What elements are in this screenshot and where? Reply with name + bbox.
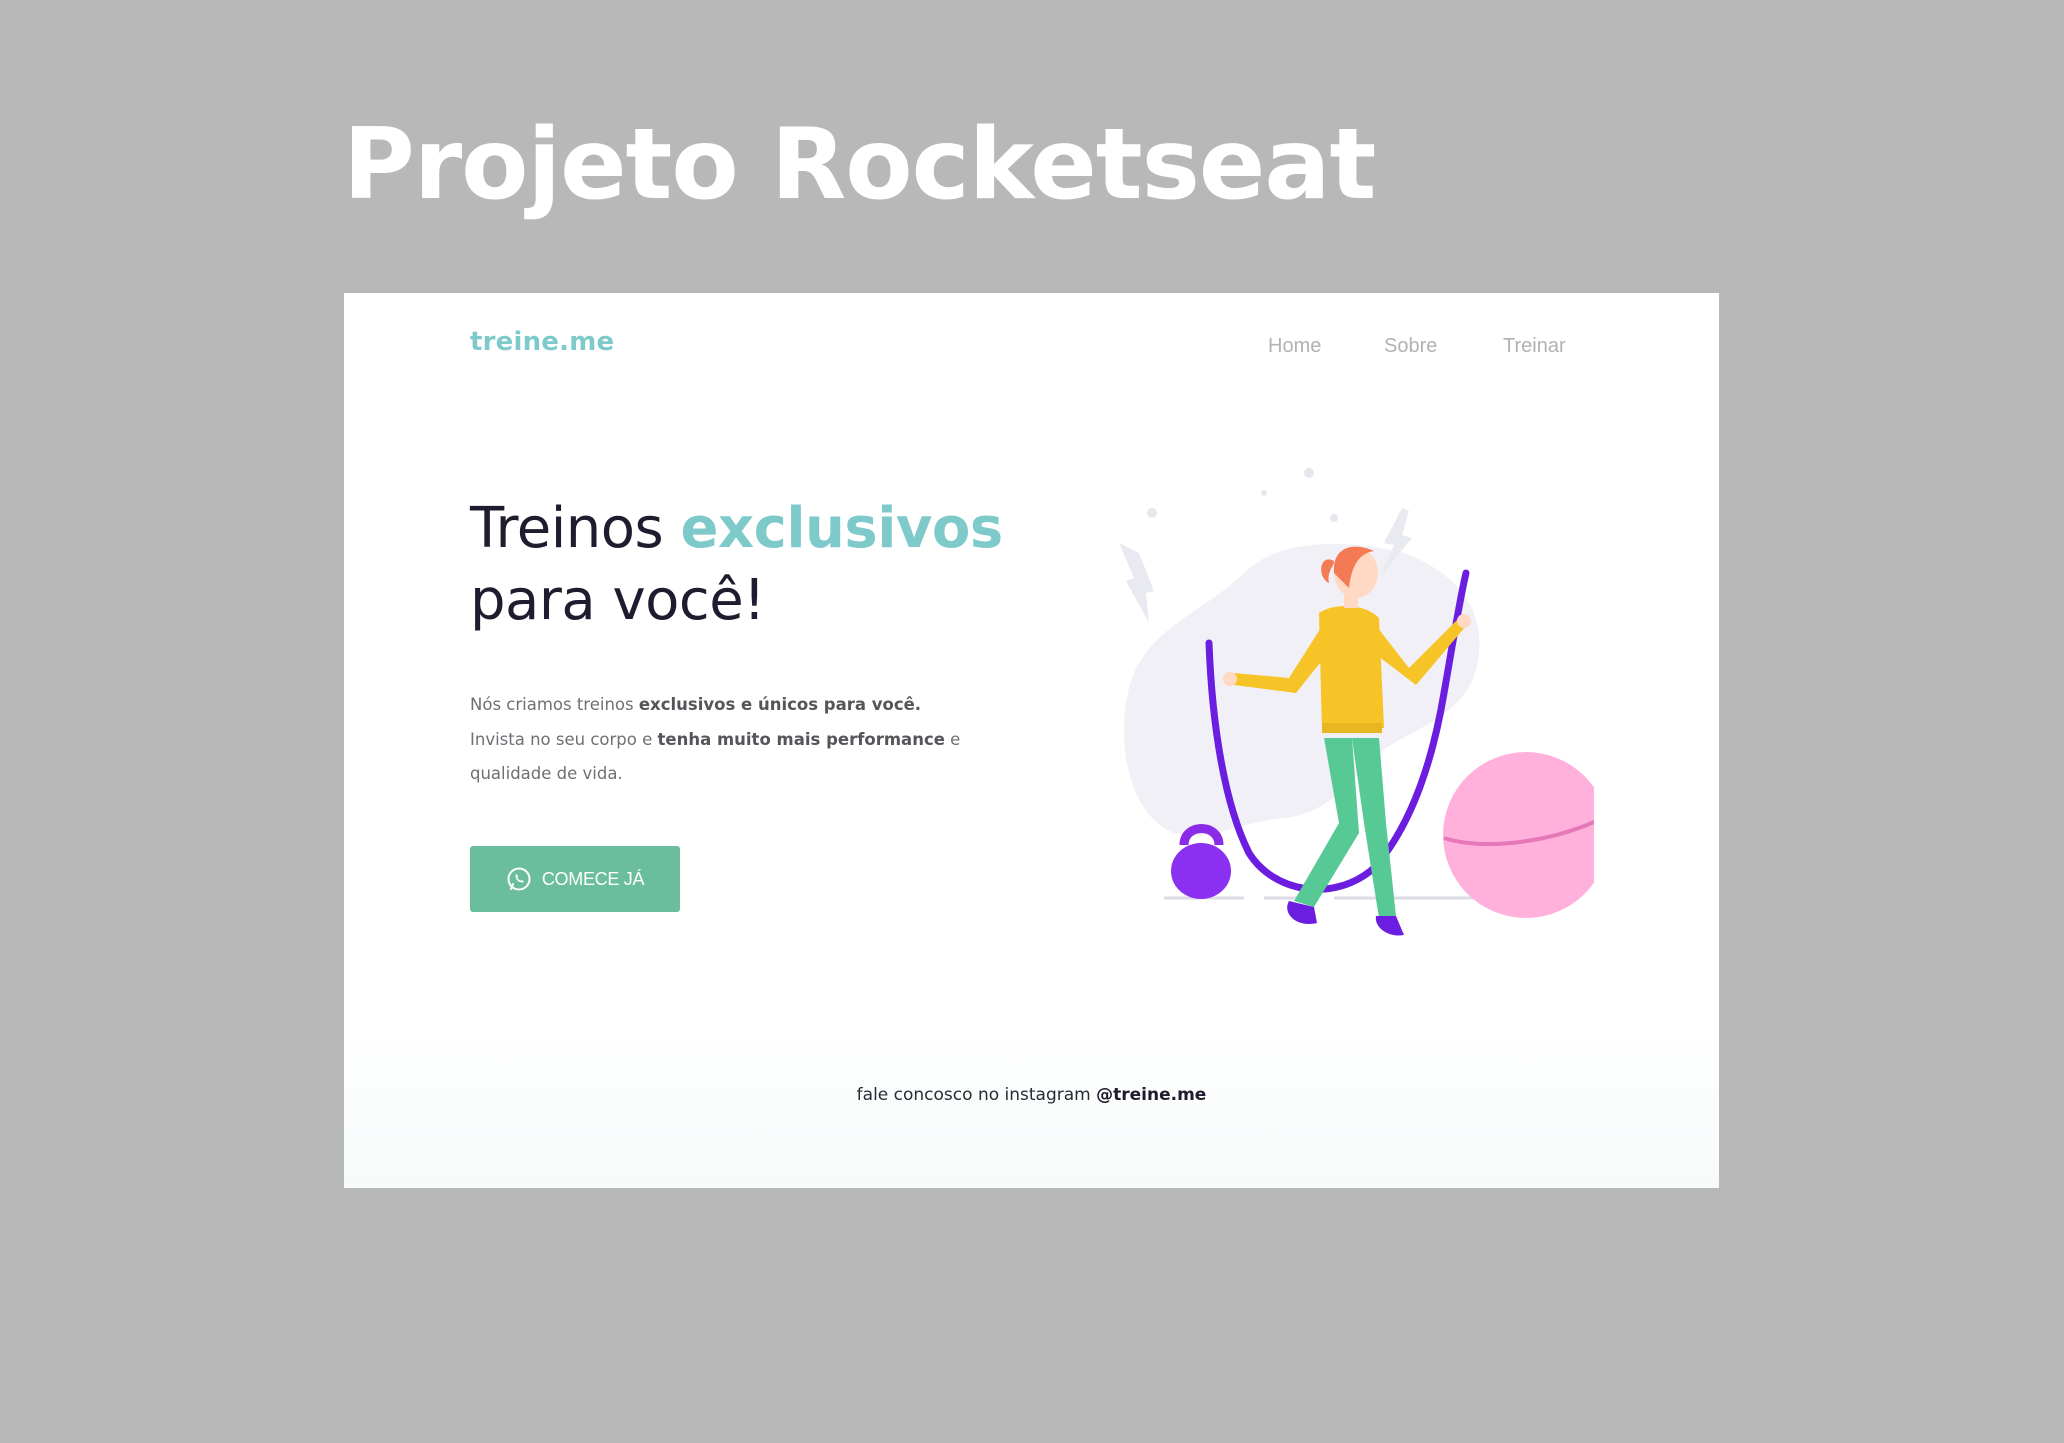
background-blob: [1124, 544, 1480, 836]
hero-text-line2-bold: tenha muito mais performance: [657, 729, 945, 749]
jump-rope-illustration: [1119, 468, 1594, 936]
nav-treinar-link[interactable]: Treinar: [1503, 335, 1566, 358]
hero-description: Nós criamos treinos exclusivos e únicos …: [470, 688, 990, 792]
kettlebell-icon: [1171, 824, 1231, 899]
hero-title-accent: exclusivos: [680, 496, 1004, 561]
hero-text-line3: qualidade de vida.: [470, 764, 623, 783]
comece-ja-button[interactable]: COMECE JÁ: [470, 846, 680, 912]
page-heading: Projeto Rocketseat: [343, 108, 1376, 222]
lightning-left: [1119, 543, 1154, 623]
website-screenshot: treine.me Home Sobre Treinar Treinos exc…: [344, 293, 1719, 1188]
hero-text-line2-end: e: [944, 729, 961, 749]
footer-text: fale concosco no instagram @treine.me: [344, 1085, 1719, 1105]
hero-title: Treinos exclusivos para você!: [470, 493, 1003, 637]
right-shoe: [1375, 916, 1404, 936]
instagram-handle-link[interactable]: @treine.me: [1096, 1085, 1206, 1105]
hero-title-part2: para você!: [470, 568, 766, 633]
whatsapp-icon: [507, 867, 531, 891]
footer-label: fale concosco no instagram: [856, 1085, 1097, 1105]
gym-ball-icon: [1443, 752, 1594, 918]
hero-title-part1: Treinos: [470, 496, 681, 561]
hero-text-line1: Nós criamos treinos: [470, 695, 639, 714]
comece-ja-label: COMECE JÁ: [541, 868, 645, 889]
hero-text-line2: Invista no seu corpo e: [470, 729, 658, 749]
nav-sobre-link[interactable]: Sobre: [1384, 335, 1437, 358]
nav-home-link[interactable]: Home: [1268, 335, 1321, 358]
hero-text-line1-bold: exclusivos e únicos para você.: [638, 695, 922, 714]
site-logo[interactable]: treine.me: [470, 327, 614, 357]
